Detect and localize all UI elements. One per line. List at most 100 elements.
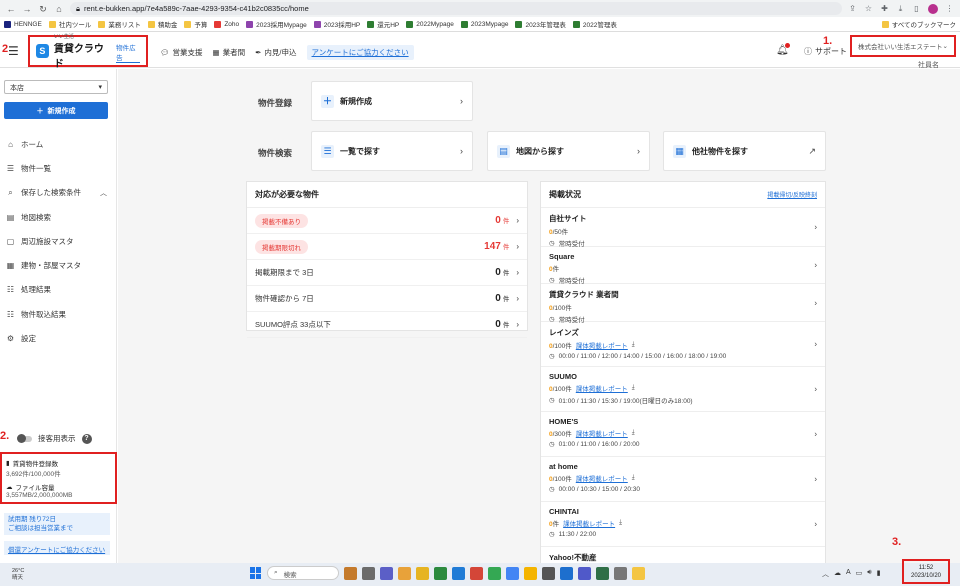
weather-widget[interactable]: 26°C 晴天	[12, 568, 24, 582]
battery-icon[interactable]: ▮	[877, 569, 881, 579]
download-icon[interactable]: ⤓	[896, 4, 905, 13]
report-link[interactable]: 課体掲載レポート	[576, 473, 628, 483]
settings-icon[interactable]	[614, 566, 627, 580]
bookmark-item[interactable]: 業務リスト	[98, 19, 141, 29]
chrome-icon[interactable]	[488, 566, 501, 580]
listing-row[interactable]: 自社サイト 0/50件 ◷ 常時受付 ›	[541, 208, 825, 248]
sidebar-item-map-search[interactable]: ▤ 地図検索	[0, 205, 117, 229]
bookmark-item[interactable]: 2023年管理表	[515, 19, 566, 29]
teams-icon[interactable]	[578, 566, 591, 580]
volume-icon[interactable]: 🔊︎	[867, 569, 871, 579]
list-search-card[interactable]: ☰ 一覧で探す ›	[311, 131, 473, 171]
other-company-card[interactable]: ▦ 他社物件を探す ↗	[663, 131, 826, 171]
sidebar-item-home[interactable]: ⌂ ホーム	[0, 132, 117, 156]
question-icon[interactable]: ?	[81, 433, 92, 444]
sidebar-item-building-master[interactable]: ▦ 建物・部屋マスタ	[0, 253, 117, 277]
listing-row[interactable]: HOME'S 0/300件 課体掲載レポート ⤓ ◷ 01:00 / 11:00 / …	[541, 412, 825, 457]
app-icon[interactable]	[434, 566, 447, 580]
bookmark-item[interactable]: HENNGE	[4, 20, 42, 28]
app-icon[interactable]	[524, 566, 537, 580]
listing-row[interactable]: SUUMO 0/100件 課体掲載レポート ⤓ ◷ 01:00 / 11:30 / 1…	[541, 367, 825, 412]
bookmark-item[interactable]: 社内ツール	[48, 19, 91, 29]
required-row[interactable]: 掲載不備あり 0件 ›	[247, 208, 527, 234]
bookmark-item[interactable]: 2022管理表	[572, 19, 617, 29]
report-link[interactable]: 課体掲載レポート	[576, 428, 628, 438]
star-icon[interactable]: ☆	[864, 4, 873, 13]
sidebar-item-property-list[interactable]: ☰ 物件一覧	[0, 156, 117, 180]
report-link[interactable]: 課体掲載レポート	[563, 518, 615, 528]
bookmark-item[interactable]: 積助金	[147, 19, 177, 29]
hamburger-menu-icon[interactable]: ☰	[8, 45, 19, 57]
listing-row[interactable]: レインズ 0/100件 課体掲載レポート ⤓ ◷ 00:00 / 11:00 / 12…	[541, 322, 825, 367]
required-row[interactable]: 掲載期限まで 3日 0件 ›	[247, 260, 527, 286]
bookmark-item[interactable]: 2022Mypage	[406, 20, 454, 28]
sidebar-item-facility-master[interactable]: ▢ 周辺施設マスタ	[0, 229, 117, 253]
app-icon[interactable]	[362, 566, 375, 580]
extension-icon[interactable]: ✚	[880, 4, 889, 13]
map-search-card[interactable]: ▤ 地図から探す ›	[487, 131, 650, 171]
nav-viewing[interactable]: ✒ 内見/申込	[255, 47, 296, 58]
app-icon[interactable]	[398, 566, 411, 580]
bookmark-item[interactable]: Zoho	[214, 20, 239, 28]
sidebar-survey-link[interactable]: 償還アンケートにご協力ください	[4, 541, 110, 555]
app-icon[interactable]	[470, 566, 483, 580]
store-select[interactable]: 本店 ▾	[4, 80, 108, 94]
forward-icon[interactable]: →	[22, 4, 32, 14]
company-selector[interactable]: 株式会社いい生活エステート ⌄	[850, 35, 956, 57]
app-icon[interactable]	[380, 566, 393, 580]
taskbar-search[interactable]: ⌕ 検索	[267, 566, 339, 580]
app-icon[interactable]	[506, 566, 519, 580]
back-icon[interactable]: ←	[6, 4, 16, 14]
taskbar-clock[interactable]: 11:52 2023/10/20	[902, 559, 950, 584]
listing-row[interactable]: Square 0件 ◷ 常時受付 ›	[541, 247, 825, 285]
app-icon[interactable]	[596, 566, 609, 580]
required-row[interactable]: SUUMO評点 33点以下 0件 ›	[247, 312, 527, 338]
sidebar-item-saved-search[interactable]: ⌕ 保存した検索条件 ︿	[0, 181, 117, 205]
font-icon[interactable]: A	[846, 569, 851, 579]
survey-link[interactable]: アンケートにご協力ください	[306, 45, 414, 60]
bookmark-item[interactable]: 2023採用HP	[313, 19, 360, 29]
address-bar[interactable]: 🔒︎ rent.e-bukken.app/7e4a589c-7aae-4293-…	[70, 2, 842, 15]
download-icon[interactable]: ⤓	[632, 429, 635, 437]
listing-row[interactable]: Yahoo!不動産	[541, 547, 825, 563]
sidebar-item-import-result[interactable]: ☷ 物件取込結果	[0, 302, 117, 326]
profile-avatar[interactable]	[928, 3, 938, 14]
bookmark-item[interactable]: 2023Mypage	[460, 20, 508, 28]
download-icon[interactable]: ⤓	[619, 519, 622, 527]
listing-row[interactable]: CHINTAI 0件 課体掲載レポート ⤓ ◷ 11:30 / 22:00 ›	[541, 502, 825, 547]
sidebar-item-settings[interactable]: ⚙ 設定	[0, 326, 117, 350]
support-button[interactable]: ⓘ サポート	[804, 46, 847, 57]
bookmark-item[interactable]: 2023採用Mypage	[246, 19, 307, 29]
home-nav-icon[interactable]: ⌂	[54, 4, 64, 14]
bookmark-item[interactable]: 予算	[184, 19, 207, 29]
bookmark-item[interactable]: 還元HP	[367, 19, 399, 29]
start-icon[interactable]	[250, 567, 262, 579]
listing-row[interactable]: 賃貸クラウド 業者間 0/100件 ◷ 常時受付 ›	[541, 284, 825, 324]
network-icon[interactable]: ▭	[856, 569, 863, 579]
report-link[interactable]: 課体掲載レポート	[576, 340, 628, 350]
download-icon[interactable]: ⤓	[632, 341, 635, 349]
edge-icon[interactable]	[452, 566, 465, 580]
sidebar-item-process-result[interactable]: ☷ 処理結果	[0, 278, 117, 302]
nav-inter-agent[interactable]: ▦ 業者間	[213, 47, 246, 58]
word-icon[interactable]	[560, 566, 573, 580]
download-icon[interactable]: ⤓	[632, 474, 635, 482]
chevron-up-icon[interactable]: ︿	[822, 569, 829, 579]
sidepanel-icon[interactable]: ▯	[912, 4, 921, 13]
listing-row[interactable]: at home 0/100件 課体掲載レポート ⤓ ◷ 00:00 / 10:30 /…	[541, 457, 825, 502]
new-create-button[interactable]: ＋ 新規作成	[4, 102, 108, 119]
new-create-card[interactable]: ＋ 新規作成 ›	[311, 81, 473, 121]
download-icon[interactable]: ⤓	[632, 384, 635, 392]
cloud-icon[interactable]: ☁	[834, 569, 841, 579]
app-icon[interactable]	[344, 566, 357, 580]
listing-schedule-link[interactable]: 掲載帰切/反映終刻	[767, 190, 817, 199]
app-logo[interactable]: S いい生活 賃貸クラウド 物件広告	[28, 34, 148, 70]
share-icon[interactable]: ⇪	[848, 4, 857, 13]
customer-view-toggle[interactable]	[17, 433, 32, 443]
required-row[interactable]: 物件確認から 7日 0件 ›	[247, 286, 527, 312]
folder-icon[interactable]	[416, 566, 429, 580]
app-icon[interactable]	[632, 566, 645, 580]
report-link[interactable]: 課体掲載レポート	[576, 383, 628, 393]
all-bookmarks[interactable]: すべてのブックマーク	[881, 19, 956, 29]
reload-icon[interactable]: ↻	[38, 4, 48, 14]
